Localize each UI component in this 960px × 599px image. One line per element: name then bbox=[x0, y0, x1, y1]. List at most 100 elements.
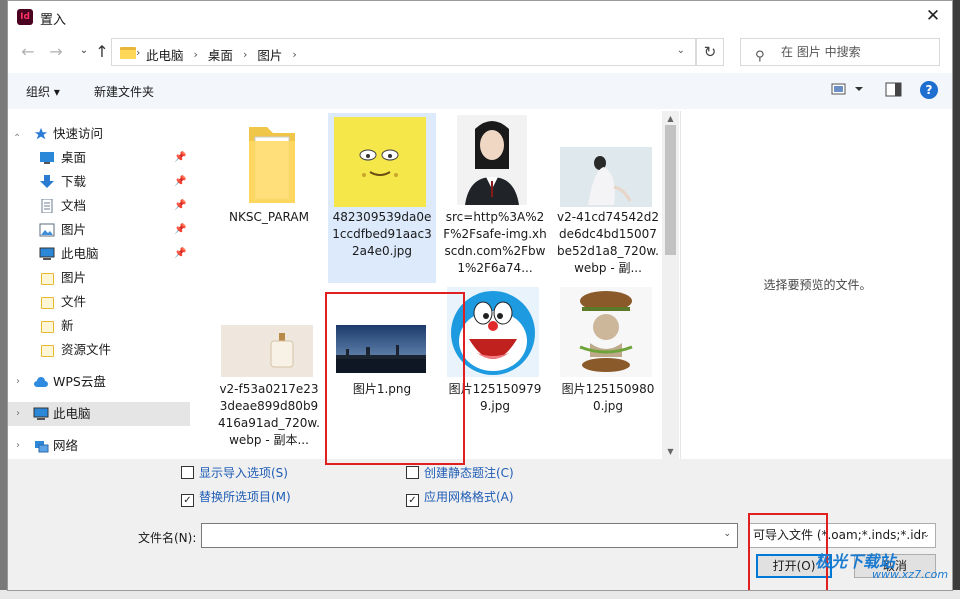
document-icon bbox=[41, 199, 53, 213]
file-tile-portrait[interactable]: src=http%3A%2F%2Fsafe-img.xhscdn.com%2Fb… bbox=[441, 113, 549, 283]
sidebar-item-folder-pictures[interactable]: 图片 bbox=[8, 266, 190, 290]
sidebar-item-wps-cloud[interactable]: › WPS云盘 bbox=[8, 370, 190, 394]
scroll-down-icon[interactable]: ▼ bbox=[662, 447, 679, 456]
preview-pane-icon[interactable] bbox=[885, 82, 903, 101]
file-name: v2-f53a0217e233deae899d80b9416a91ad_720w… bbox=[218, 382, 320, 447]
filename-input[interactable]: ⌄ bbox=[201, 523, 738, 548]
new-folder-button[interactable]: 新建文件夹 bbox=[94, 83, 154, 100]
sidebar-item-downloads[interactable]: 下载 📌 bbox=[8, 170, 190, 194]
file-tile-perfume[interactable]: v2-f53a0217e233deae899d80b9416a91ad_720w… bbox=[215, 285, 323, 455]
sidebar-item-folder-resources[interactable]: 资源文件 bbox=[8, 338, 190, 362]
window-title: 置入 bbox=[40, 13, 67, 28]
preview-pane: 选择要预览的文件。 bbox=[680, 111, 952, 459]
view-options-icon[interactable] bbox=[831, 82, 865, 99]
folder-icon bbox=[41, 297, 54, 309]
checkbox-box[interactable] bbox=[181, 466, 194, 479]
scrollbar-thumb[interactable] bbox=[665, 125, 676, 255]
search-input[interactable]: ⚲ 在 图片 中搜索 bbox=[740, 38, 940, 66]
file-tile-woman-photo[interactable]: v2-41cd74542d2de6dc4bd15007be52d1a8_720w… bbox=[554, 113, 661, 283]
sidebar-item-this-pc-pinned[interactable]: 此电脑 📌 bbox=[8, 242, 190, 266]
perfume-thumbnail bbox=[221, 325, 313, 377]
pin-icon: 📌 bbox=[174, 176, 187, 187]
refresh-icon[interactable]: ↻ bbox=[696, 38, 724, 66]
file-name: src=http%3A%2F%2Fsafe-img.xhscdn.com%2Fb… bbox=[443, 210, 547, 275]
file-name: 图片1.png bbox=[352, 382, 412, 396]
download-icon bbox=[40, 175, 54, 188]
sidebar-item-label: 资源文件 bbox=[61, 342, 112, 357]
pin-icon: 📌 bbox=[174, 224, 187, 235]
file-list-scrollbar[interactable]: ▲ ▼ bbox=[662, 111, 679, 459]
sidebar-item-folder-files[interactable]: 文件 bbox=[8, 290, 190, 314]
filename-label: 文件名(N): bbox=[138, 531, 197, 545]
network-icon bbox=[35, 441, 49, 453]
file-tile-folder[interactable]: NKSC_PARAM bbox=[215, 113, 323, 283]
address-bar[interactable]: › 此电脑 › 桌面 › 图片 › ⌄ bbox=[111, 38, 696, 66]
chevron-down-icon[interactable]: ⌄ bbox=[922, 524, 930, 547]
background-strip bbox=[0, 590, 960, 599]
sidebar-item-label: 桌面 bbox=[61, 150, 87, 165]
file-type-select[interactable]: 可导入文件 (*.oam;*.inds;*.idr ⌄ bbox=[748, 523, 936, 548]
breadcrumb-item-desktop[interactable]: 桌面 bbox=[208, 45, 233, 64]
recent-locations-chevron-icon[interactable]: ⌄ bbox=[74, 45, 94, 56]
command-bar: 组织 ▾ 新建文件夹 ? bbox=[8, 73, 952, 109]
replace-selected-checkbox[interactable]: ✓ 替换所选项目(M) bbox=[181, 489, 291, 507]
help-icon[interactable]: ? bbox=[920, 81, 938, 99]
address-dropdown-icon[interactable]: ⌄ bbox=[677, 45, 685, 56]
show-import-options-checkbox[interactable]: 显示导入选项(S) bbox=[181, 465, 288, 481]
back-arrow-icon[interactable]: ← bbox=[18, 42, 38, 61]
sidebar-item-label: 快速访问 bbox=[53, 126, 104, 141]
sidebar-item-label: 文档 bbox=[61, 198, 87, 213]
checkbox-box[interactable] bbox=[406, 466, 419, 479]
indesign-app-icon: Id bbox=[17, 9, 33, 25]
file-type-value: 可导入文件 (*.oam;*.inds;*.idr bbox=[753, 528, 927, 542]
breadcrumb-item-pictures[interactable]: 图片 bbox=[257, 45, 282, 64]
file-tile-spongebob[interactable]: 482309539da0e1ccdfbed91aac32a4e0.jpg bbox=[328, 113, 436, 283]
search-placeholder: 在 图片 中搜索 bbox=[781, 45, 861, 59]
folder-icon bbox=[41, 321, 54, 333]
chevron-right-icon[interactable]: › bbox=[16, 370, 20, 394]
checkbox-label: 应用网格格式(A) bbox=[424, 490, 514, 504]
chevron-down-icon[interactable]: › bbox=[8, 133, 30, 137]
file-tile-landscape-png[interactable]: 图片1.png bbox=[328, 285, 436, 455]
folder-icon bbox=[41, 273, 54, 285]
sidebar-item-documents[interactable]: 文档 📌 bbox=[8, 194, 190, 218]
sidebar-item-pictures[interactable]: 图片 📌 bbox=[8, 218, 190, 242]
pin-icon: 📌 bbox=[174, 152, 187, 163]
sidebar-item-desktop[interactable]: 桌面 📌 bbox=[8, 146, 190, 170]
file-tile-doraemon[interactable]: 图片1251509799.jpg bbox=[441, 285, 549, 455]
checkbox-box[interactable]: ✓ bbox=[181, 494, 194, 507]
apply-grid-format-checkbox[interactable]: ✓ 应用网格格式(A) bbox=[406, 489, 514, 507]
chevron-right-icon[interactable]: › bbox=[16, 402, 20, 426]
folder-icon bbox=[120, 47, 136, 59]
chevron-right-icon: › bbox=[193, 48, 198, 61]
scroll-up-icon[interactable]: ▲ bbox=[662, 114, 679, 123]
forward-arrow-icon[interactable]: → bbox=[46, 42, 66, 61]
chevron-down-icon[interactable]: ⌄ bbox=[723, 529, 731, 539]
search-icon: ⚲ bbox=[755, 49, 765, 64]
folder-icon bbox=[249, 127, 295, 203]
up-arrow-icon[interactable]: ↑ bbox=[92, 42, 112, 61]
sidebar-item-label: 新 bbox=[61, 318, 74, 333]
sidebar-item-this-pc[interactable]: › 此电脑 bbox=[8, 402, 190, 426]
spongebob-thumbnail bbox=[334, 117, 426, 207]
sidebar-item-quick-access[interactable]: › 快速访问 bbox=[8, 122, 190, 146]
navigation-bar: ← → ⌄ ↑ › 此电脑 › 桌面 › 图片 › ⌄ ↻ ⚲ 在 图片 中搜索 bbox=[8, 34, 952, 70]
burger-cat-thumbnail bbox=[560, 287, 652, 377]
sidebar-item-label: 网络 bbox=[53, 438, 79, 453]
checkbox-box[interactable]: ✓ bbox=[406, 494, 419, 507]
file-name: 482309539da0e1ccdfbed91aac32a4e0.jpg bbox=[332, 210, 432, 258]
file-tile-burger-cat[interactable]: 图片1251509800.jpg bbox=[554, 285, 661, 455]
sidebar-item-label: 图片 bbox=[61, 270, 87, 285]
chevron-right-icon: › bbox=[292, 48, 297, 61]
sidebar-item-folder-new[interactable]: 新 bbox=[8, 314, 190, 338]
chevron-right-icon[interactable]: › bbox=[16, 434, 20, 458]
title-bar: Id 置入 ✕ bbox=[8, 1, 952, 33]
checkbox-label: 创建静态题注(C) bbox=[424, 466, 514, 480]
close-icon[interactable]: ✕ bbox=[922, 5, 944, 27]
create-static-caption-checkbox[interactable]: 创建静态题注(C) bbox=[406, 465, 514, 481]
sidebar-item-label: 此电脑 bbox=[61, 246, 99, 261]
organize-button[interactable]: 组织 ▾ bbox=[26, 83, 60, 100]
breadcrumb-item-this-pc[interactable]: 此电脑 bbox=[146, 45, 184, 64]
sidebar-item-network[interactable]: › 网络 bbox=[8, 434, 190, 458]
folder-icon bbox=[41, 345, 54, 357]
